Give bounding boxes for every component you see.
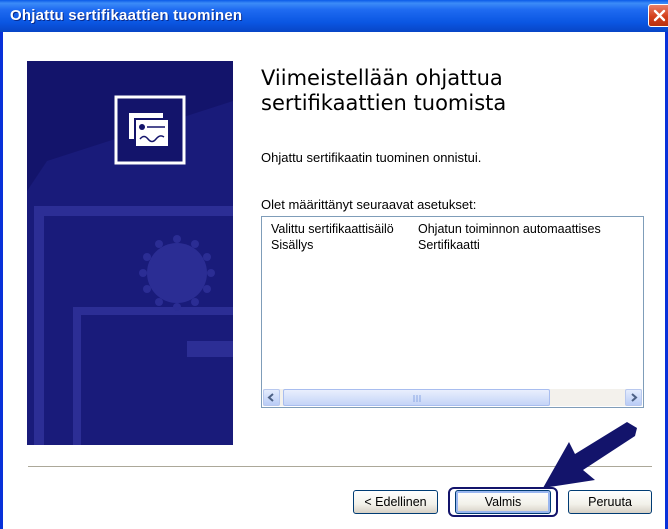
- setting-name: Valittu sertifikaattisäilö: [271, 222, 394, 236]
- pointer-arrow-icon: [543, 422, 637, 488]
- grip-icon: [413, 395, 421, 402]
- scroll-left-button[interactable]: [263, 389, 280, 406]
- dialog-window: Ohjattu sertifikaattien tuominen Viimeis…: [0, 0, 668, 529]
- close-icon: [653, 9, 666, 22]
- finish-button[interactable]: Valmis: [455, 490, 551, 514]
- wizard-heading: Viimeistellään ohjattua sertifikaattien …: [261, 66, 641, 116]
- scroll-right-button[interactable]: [625, 389, 642, 406]
- settings-label: Olet määrittänyt seuraavat asetukset:: [261, 197, 477, 212]
- scroll-right-icon: [631, 393, 638, 402]
- certificate-icon: [114, 95, 186, 165]
- settings-list[interactable]: Valittu sertifikaattisäilö Ohjatun toimi…: [261, 216, 644, 408]
- setting-value: Ohjatun toiminnon automaattises: [418, 222, 601, 236]
- back-button[interactable]: < Edellinen: [353, 490, 438, 514]
- scroll-left-icon: [267, 393, 274, 402]
- close-button[interactable]: [648, 4, 668, 27]
- status-text: Ohjattu sertifikaatin tuominen onnistui.: [261, 150, 482, 165]
- wizard-banner-image: [27, 61, 233, 445]
- scroll-thumb[interactable]: [283, 389, 550, 406]
- setting-name: Sisällys: [271, 238, 314, 252]
- title-bar[interactable]: Ohjattu sertifikaattien tuominen: [0, 0, 668, 32]
- heading-line-2: sertifikaattien tuomista: [261, 91, 507, 115]
- window-title: Ohjattu sertifikaattien tuominen: [10, 7, 243, 24]
- setting-value: Sertifikaatti: [418, 238, 480, 252]
- cancel-button[interactable]: Peruuta: [568, 490, 652, 514]
- dialog-content: Viimeistellään ohjattua sertifikaattien …: [3, 32, 665, 529]
- heading-line-1: Viimeistellään ohjattua: [261, 66, 503, 90]
- horizontal-scrollbar[interactable]: [263, 389, 642, 406]
